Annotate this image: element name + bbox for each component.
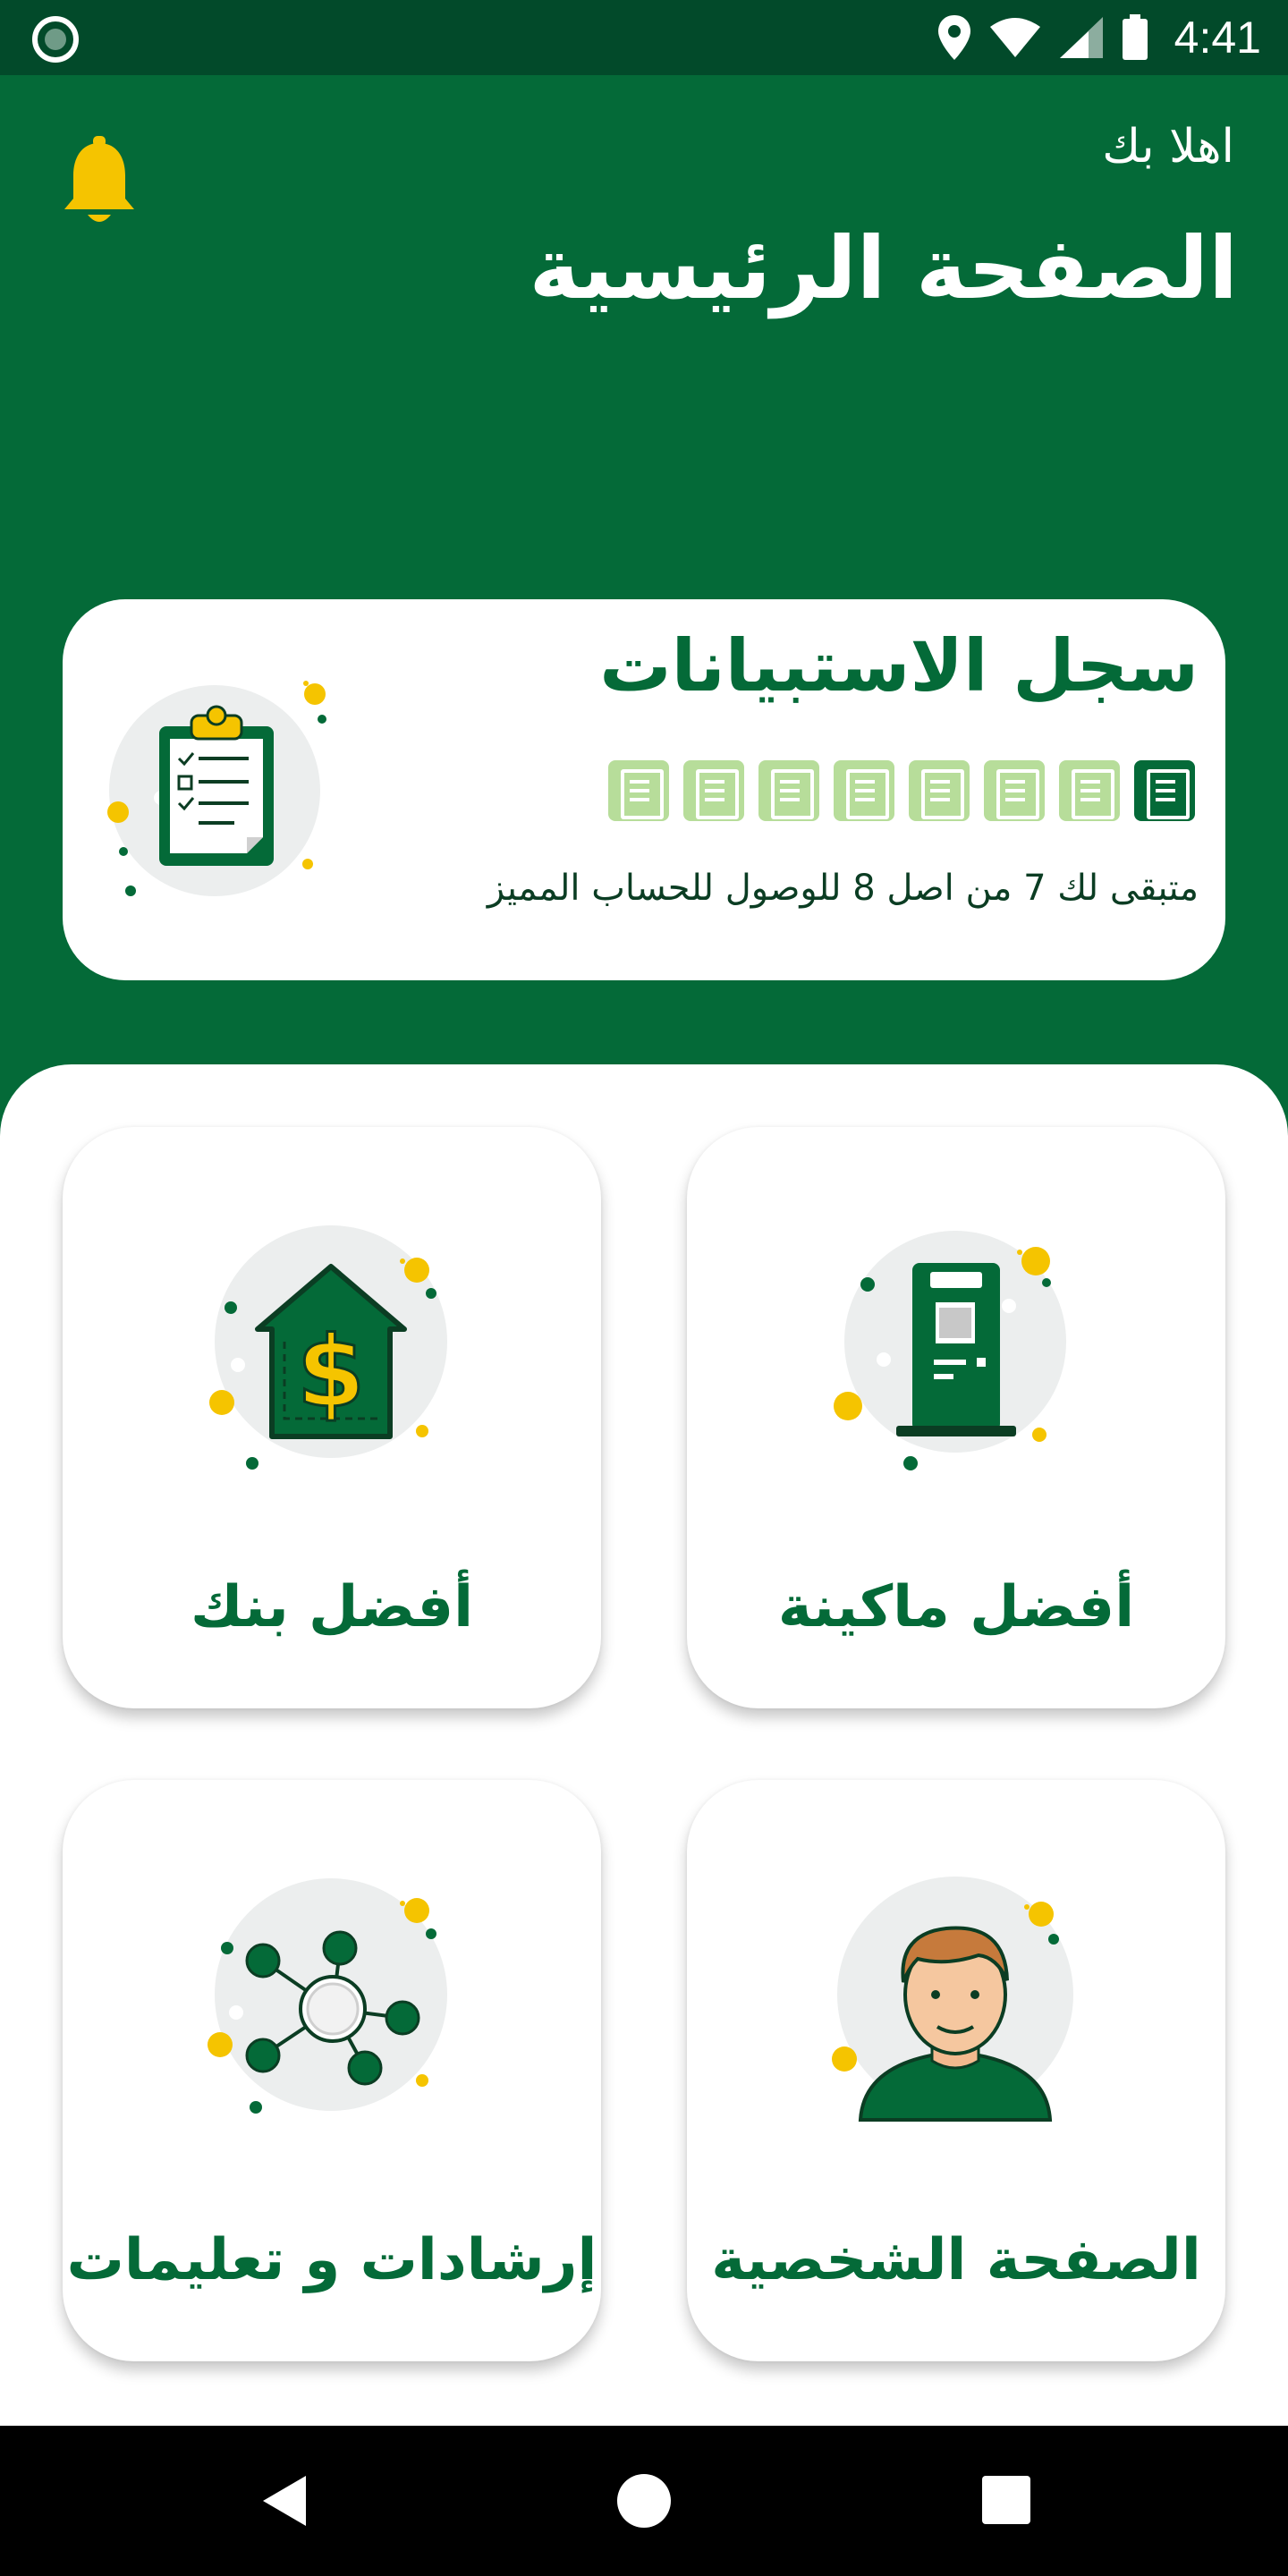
survey-document-icon: [1134, 760, 1195, 821]
survey-document-icon: [909, 760, 970, 821]
app-indicator-icon: [32, 16, 79, 63]
profile-label: الصفحة الشخصية: [711, 2227, 1201, 2293]
header: اهلا بك الصفحة الرئيسية سجل الاستبيانات …: [0, 75, 1288, 1193]
status-time: 4:41: [1174, 13, 1261, 63]
svg-text:$: $: [297, 1315, 366, 1429]
wifi-icon: [989, 18, 1040, 57]
guidelines-tile[interactable]: إرشادات و تعليمات: [63, 1780, 601, 2361]
survey-document-icon: [683, 760, 744, 821]
status-bar: 4:41: [0, 0, 1288, 75]
location-icon: [937, 15, 970, 60]
network-nodes-icon: [208, 1878, 447, 2114]
survey-progress: [608, 760, 1195, 821]
greeting-text: اهلا بك: [1102, 120, 1234, 174]
clipboard-checklist-icon: [107, 681, 326, 896]
battery-icon: [1122, 14, 1148, 60]
status-icons: 4:41: [936, 11, 1261, 64]
back-icon[interactable]: [242, 2456, 331, 2546]
survey-document-icon: [984, 760, 1045, 821]
survey-remaining-text: متبقى لك 7 من اصل 8 للوصول للحساب المميز: [487, 868, 1199, 909]
page-title: الصفحة الرئيسية: [529, 218, 1238, 318]
recent-apps-icon[interactable]: [962, 2456, 1052, 2546]
profile-tile[interactable]: الصفحة الشخصية: [687, 1780, 1225, 2361]
survey-document-icon: [834, 760, 894, 821]
best-machine-tile[interactable]: أفضل ماكينة: [687, 1127, 1225, 1708]
best-bank-tile[interactable]: $ أفضل بنك: [63, 1127, 601, 1708]
guidelines-label: إرشادات و تعليمات: [66, 2227, 597, 2293]
notification-bell-icon[interactable]: [61, 136, 138, 229]
best-bank-label: أفضل بنك: [190, 1574, 474, 1640]
navigation-bar: [0, 2426, 1288, 2576]
survey-document-icon: [608, 760, 669, 821]
bank-dollar-icon: $: [209, 1225, 447, 1470]
survey-title: سجل الاستبيانات: [599, 624, 1199, 708]
best-machine-label: أفضل ماكينة: [777, 1574, 1135, 1640]
signal-icon: [1059, 17, 1103, 58]
survey-document-icon: [758, 760, 819, 821]
survey-card[interactable]: سجل الاستبيانات متبقى لك 7 من اصل 8 للوص…: [63, 599, 1225, 980]
home-icon[interactable]: [599, 2456, 689, 2546]
user-avatar-icon: [832, 1877, 1073, 2122]
survey-document-icon: [1059, 760, 1120, 821]
atm-machine-icon: [834, 1231, 1066, 1470]
